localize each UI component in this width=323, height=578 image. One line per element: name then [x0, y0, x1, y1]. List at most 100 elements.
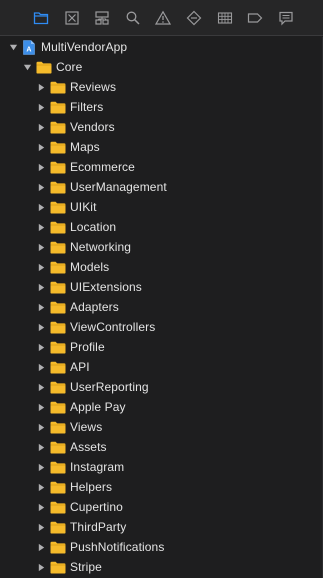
folder-label: UserReporting [70, 380, 149, 394]
disclosure-triangle-collapsed-icon[interactable] [36, 402, 46, 412]
folder-row[interactable]: Profile [0, 337, 323, 357]
folder-row[interactable]: Apple Pay [0, 397, 323, 417]
folder-label: UIKit [70, 200, 97, 214]
folder-row[interactable]: UIExtensions [0, 277, 323, 297]
folder-icon [50, 341, 66, 353]
folder-row[interactable]: Vendors [0, 117, 323, 137]
disclosure-triangle-collapsed-icon[interactable] [36, 302, 46, 312]
symbol-navigator-icon[interactable] [91, 7, 113, 29]
folder-icon [50, 241, 66, 253]
folder-label: Helpers [70, 480, 113, 494]
debug-navigator-icon[interactable] [214, 7, 236, 29]
folder-label: Apple Pay [70, 400, 126, 414]
folder-icon [50, 101, 66, 113]
source-control-navigator-icon[interactable] [61, 7, 83, 29]
folder-icon [50, 361, 66, 373]
folder-row[interactable]: UserManagement [0, 177, 323, 197]
folder-row[interactable]: Filters [0, 97, 323, 117]
disclosure-triangle-collapsed-icon[interactable] [36, 102, 46, 112]
disclosure-triangle-collapsed-icon[interactable] [36, 142, 46, 152]
disclosure-triangle-collapsed-icon[interactable] [36, 422, 46, 432]
folder-row[interactable]: Reviews [0, 77, 323, 97]
folder-icon [50, 81, 66, 93]
disclosure-triangle-collapsed-icon[interactable] [36, 182, 46, 192]
report-navigator-icon[interactable] [275, 7, 297, 29]
folder-row[interactable]: Adapters [0, 297, 323, 317]
folder-row[interactable]: PushNotifications [0, 537, 323, 557]
folder-label: Models [70, 260, 110, 274]
folder-row[interactable]: UserReporting [0, 377, 323, 397]
folder-label: Location [70, 220, 117, 234]
folder-icon [50, 181, 66, 193]
folder-icon [50, 441, 66, 453]
folder-row[interactable]: Models [0, 257, 323, 277]
folder-icon [50, 141, 66, 153]
project-row[interactable]: A MultiVendorApp [0, 37, 323, 57]
folder-label: UserManagement [70, 180, 167, 194]
folder-icon [50, 201, 66, 213]
disclosure-triangle-collapsed-icon[interactable] [36, 342, 46, 352]
disclosure-triangle-collapsed-icon[interactable] [36, 482, 46, 492]
issue-navigator-icon[interactable] [152, 7, 174, 29]
folder-row[interactable]: UIKit [0, 197, 323, 217]
folder-row[interactable]: Assets [0, 437, 323, 457]
disclosure-triangle-collapsed-icon[interactable] [36, 82, 46, 92]
disclosure-triangle-collapsed-icon[interactable] [36, 162, 46, 172]
folder-row[interactable]: ViewControllers [0, 317, 323, 337]
disclosure-triangle-collapsed-icon[interactable] [36, 382, 46, 392]
folder-icon [50, 221, 66, 233]
disclosure-triangle-collapsed-icon[interactable] [36, 502, 46, 512]
disclosure-triangle-collapsed-icon[interactable] [36, 262, 46, 272]
project-navigator-icon[interactable] [30, 7, 52, 29]
folder-icon [50, 401, 66, 413]
group-label: Core [56, 60, 83, 74]
folder-label: Ecommerce [70, 160, 135, 174]
group-row-core[interactable]: Core [0, 57, 323, 77]
breakpoint-navigator-icon[interactable] [244, 7, 266, 29]
folder-icon [36, 61, 52, 73]
folder-row[interactable]: Views [0, 417, 323, 437]
disclosure-triangle-collapsed-icon[interactable] [36, 242, 46, 252]
disclosure-triangle-collapsed-icon[interactable] [36, 282, 46, 292]
folder-label: Stripe [70, 560, 102, 574]
project-label: MultiVendorApp [41, 40, 128, 54]
find-navigator-icon[interactable] [122, 7, 144, 29]
folder-icon [50, 121, 66, 133]
folder-label: ViewControllers [70, 320, 156, 334]
folder-icon [50, 321, 66, 333]
disclosure-triangle-collapsed-icon[interactable] [36, 442, 46, 452]
disclosure-triangle-expanded-icon[interactable] [8, 42, 18, 52]
folder-label: Instagram [70, 460, 125, 474]
disclosure-triangle-collapsed-icon[interactable] [36, 522, 46, 532]
folder-label: ThirdParty [70, 520, 127, 534]
folder-row[interactable]: Ecommerce [0, 157, 323, 177]
folder-row[interactable]: Instagram [0, 457, 323, 477]
folder-label: Profile [70, 340, 105, 354]
folder-icon [50, 161, 66, 173]
folder-row[interactable]: ThirdParty [0, 517, 323, 537]
navigator-toolbar [0, 0, 323, 36]
folder-label: Assets [70, 440, 107, 454]
folder-icon [50, 381, 66, 393]
folder-label: Networking [70, 240, 132, 254]
folder-row[interactable]: Cupertino [0, 497, 323, 517]
disclosure-triangle-collapsed-icon[interactable] [36, 542, 46, 552]
disclosure-triangle-collapsed-icon[interactable] [36, 362, 46, 372]
folder-icon [50, 521, 66, 533]
folder-row[interactable]: Location [0, 217, 323, 237]
disclosure-triangle-collapsed-icon[interactable] [36, 122, 46, 132]
disclosure-triangle-collapsed-icon[interactable] [36, 202, 46, 212]
disclosure-triangle-expanded-icon[interactable] [22, 62, 32, 72]
folder-label: Cupertino [70, 500, 123, 514]
folder-row[interactable]: API [0, 357, 323, 377]
folder-icon [50, 281, 66, 293]
disclosure-triangle-collapsed-icon[interactable] [36, 462, 46, 472]
disclosure-triangle-collapsed-icon[interactable] [36, 222, 46, 232]
folder-row[interactable]: Stripe [0, 557, 323, 577]
disclosure-triangle-collapsed-icon[interactable] [36, 562, 46, 572]
folder-row[interactable]: Maps [0, 137, 323, 157]
test-navigator-icon[interactable] [183, 7, 205, 29]
folder-row[interactable]: Networking [0, 237, 323, 257]
folder-row[interactable]: Helpers [0, 477, 323, 497]
disclosure-triangle-collapsed-icon[interactable] [36, 322, 46, 332]
